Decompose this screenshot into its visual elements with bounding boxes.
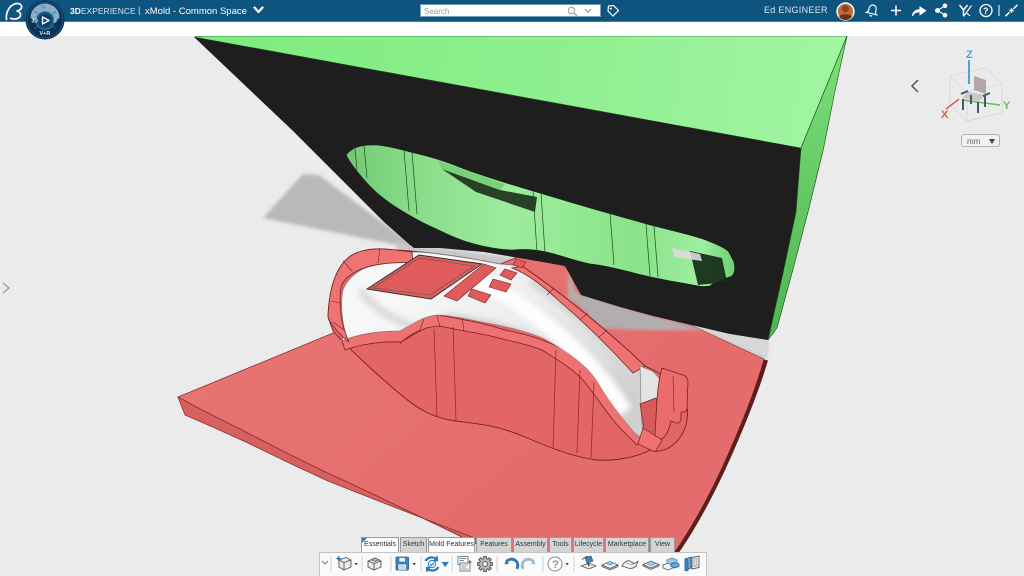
- svg-text:X: X: [941, 109, 949, 121]
- svg-text:3D: 3D: [32, 19, 39, 25]
- svg-text:Y: Y: [1003, 100, 1011, 112]
- svg-text:?: ?: [552, 559, 558, 571]
- svg-text:V+R: V+R: [40, 31, 51, 37]
- svg-text:Z: Z: [966, 49, 973, 61]
- svg-text:IF: IF: [41, 5, 46, 12]
- svg-text:?: ?: [983, 6, 989, 16]
